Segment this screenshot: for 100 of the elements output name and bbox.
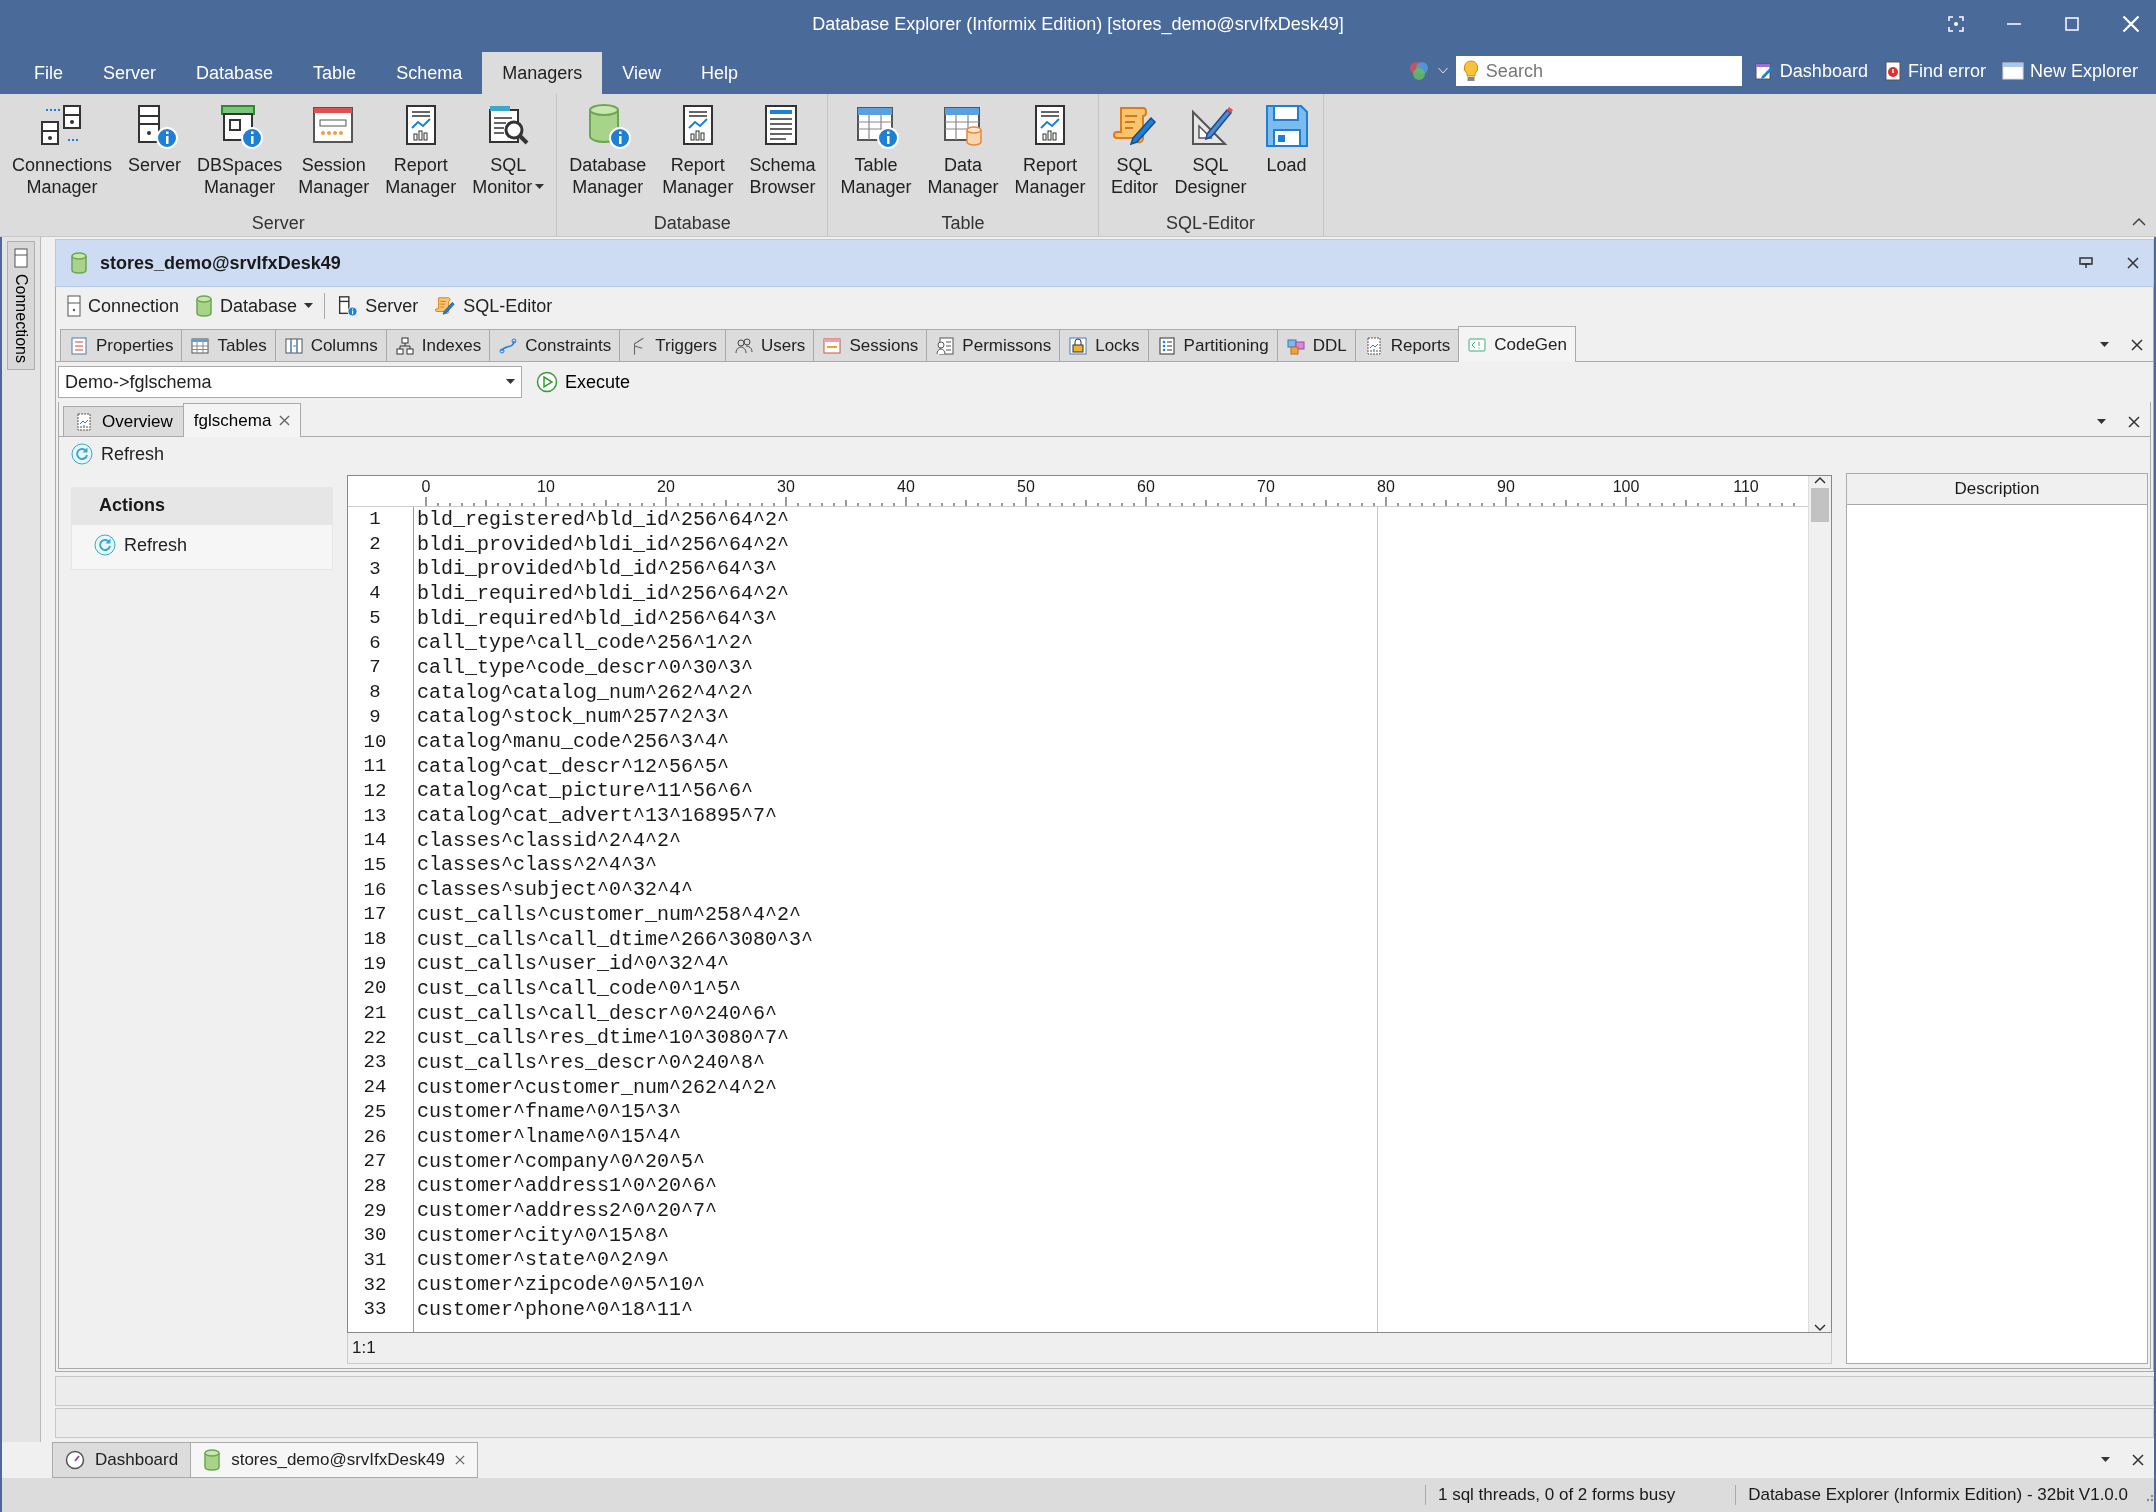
menu-item[interactable]: View <box>602 52 681 94</box>
ribbon-button[interactable]: Load <box>1256 98 1317 213</box>
document-tab[interactable]: Dashboard <box>52 1442 192 1478</box>
scroll-pencil-icon <box>434 295 457 317</box>
menu-item[interactable]: Managers <box>482 52 603 94</box>
line-number: 27 <box>362 1150 388 1173</box>
ribbon-button[interactable]: Report Manager <box>379 98 463 213</box>
ribbon-group-label: SQL-Editor <box>1166 213 1256 234</box>
toolbar-button[interactable]: Connection <box>62 293 185 319</box>
line-number: 12 <box>362 779 388 802</box>
tab[interactable]: Properties <box>60 329 183 361</box>
code-line: customer^customer_num^262^4^2^ <box>416 1075 778 1099</box>
line-number: 23 <box>362 1051 388 1074</box>
toolbar-link[interactable]: Dashboard <box>1749 60 1872 82</box>
tab[interactable]: fglschema <box>182 403 302 437</box>
document-tab[interactable]: stores_demo@srvIfxDesk49 <box>190 1442 478 1478</box>
line-number: 31 <box>362 1248 388 1271</box>
code-line: customer^address1^0^20^6^ <box>416 1174 718 1198</box>
code-line: cust_calls^call_descr^0^240^6^ <box>416 1001 778 1025</box>
ribbon-button[interactable]: Report Manager <box>656 98 740 213</box>
tab[interactable]: Columns <box>274 329 387 361</box>
color-circles-icon <box>1407 60 1430 82</box>
code-line: customer^city^0^15^8^ <box>416 1223 670 1247</box>
ribbon-button[interactable]: Connections Manager <box>6 98 119 213</box>
scrollbar[interactable] <box>1808 476 1831 1332</box>
status-text: 1 sql threads, 0 of 2 forms busy <box>1425 1485 1736 1505</box>
focus-frame-icon <box>1948 16 1964 32</box>
side-tab[interactable]: Connections <box>7 241 35 370</box>
ruler-number: 10 <box>537 478 555 496</box>
ribbon-button[interactable]: SQL Designer <box>1168 98 1253 213</box>
code-line: bldi_required^bldi_id^256^64^2^ <box>416 581 790 605</box>
tab[interactable]: Indexes <box>385 329 491 361</box>
code-line: cust_calls^customer_num^258^4^2^ <box>416 902 802 926</box>
code-editor[interactable] <box>347 475 1832 1333</box>
ribbon-button[interactable]: Schema Browser <box>743 98 822 213</box>
refresh-link[interactable]: Refresh <box>65 442 171 466</box>
toolbar-button[interactable]: Server <box>331 293 424 319</box>
chart-document-icon <box>74 411 94 432</box>
menu-item[interactable]: File <box>14 52 83 94</box>
ribbon-button[interactable]: Table Manager <box>834 98 918 213</box>
line-number: 32 <box>362 1273 388 1296</box>
window-form-icon <box>822 335 843 356</box>
menu-item[interactable]: Database <box>176 52 294 94</box>
line-number: 5 <box>368 607 382 630</box>
line-number: 19 <box>362 952 388 975</box>
line-number: 33 <box>362 1298 388 1321</box>
ribbon-button[interactable]: SQL Monitor <box>466 98 551 213</box>
ribbon-button[interactable]: Database Manager <box>563 98 653 213</box>
caret-icon <box>2100 342 2109 348</box>
toolbar-link[interactable]: Find error <box>1879 60 1990 82</box>
code-line: bldi_provided^bldi_id^256^64^2^ <box>416 532 790 556</box>
caret-icon <box>506 379 515 385</box>
tab[interactable]: Reports <box>1354 329 1460 361</box>
menu-item[interactable]: Help <box>680 52 758 94</box>
ribbon-button[interactable]: Server <box>122 98 188 213</box>
tab[interactable]: Overview <box>63 406 184 436</box>
tab[interactable]: DDL <box>1276 329 1356 361</box>
menu-item[interactable]: Server <box>83 52 177 94</box>
toolbar-link[interactable]: New Explorer <box>1997 60 2142 82</box>
search-field[interactable]: Search <box>1455 56 1742 86</box>
minimize-icon <box>2006 23 2022 25</box>
tab[interactable]: Triggers <box>619 329 726 361</box>
close-icon <box>2127 257 2139 269</box>
toolbar-button[interactable]: SQL-Editor <box>429 293 558 319</box>
tab[interactable]: Users <box>724 329 815 361</box>
menu-item[interactable]: Schema <box>376 52 483 94</box>
close-icon <box>2128 416 2140 428</box>
ribbon-button[interactable]: Session Manager <box>292 98 376 213</box>
tab[interactable]: Tables <box>181 329 276 361</box>
tab[interactable]: CodeGen <box>1458 326 1576 362</box>
ribbon-button[interactable]: Data Manager <box>921 98 1005 213</box>
code-line: call_type^code_descr^0^30^3^ <box>416 655 754 679</box>
tab[interactable]: Permissons <box>926 329 1061 361</box>
scroll-up-icon <box>1814 476 1826 484</box>
code-line: cust_calls^res_dtime^10^3080^7^ <box>416 1026 790 1050</box>
schema-dropdown[interactable]: Demo->fglschema <box>58 366 522 398</box>
ribbon-button[interactable]: DBSpaces Manager <box>191 98 289 213</box>
users-icon <box>733 335 754 356</box>
document-person-icon <box>935 335 956 356</box>
line-number: 30 <box>362 1224 388 1247</box>
tab[interactable]: Partitioning <box>1147 329 1278 361</box>
line-number: 28 <box>362 1174 388 1197</box>
tab[interactable]: Constraints <box>489 329 621 361</box>
line-number: 21 <box>362 1002 388 1025</box>
code-line: customer^zipcode^0^5^10^ <box>416 1273 706 1297</box>
code-line: catalog^cat_picture^11^56^6^ <box>416 779 754 803</box>
scrollbar-thumb[interactable] <box>1811 488 1829 522</box>
line-number: 18 <box>362 928 388 951</box>
tab[interactable]: Sessions <box>813 329 928 361</box>
menu-item[interactable]: Table <box>293 52 377 94</box>
tab[interactable]: Locks <box>1059 329 1149 361</box>
code-line: bld_registered^bld_id^256^64^2^ <box>416 507 790 531</box>
close-icon <box>2131 339 2143 351</box>
caret-icon <box>2101 1457 2110 1463</box>
ribbon-button[interactable]: SQL Editor <box>1104 98 1165 213</box>
toolbar-button[interactable]: Database <box>190 293 319 319</box>
window-title: Database Explorer (Informix Edition) [stores_demo@srvIfxDesk49] <box>812 13 1344 35</box>
execute-button[interactable]: Execute <box>530 370 637 394</box>
ribbon-button[interactable]: Report Manager <box>1008 98 1092 213</box>
code-line: cust_calls^call_code^0^1^5^ <box>416 976 742 1000</box>
